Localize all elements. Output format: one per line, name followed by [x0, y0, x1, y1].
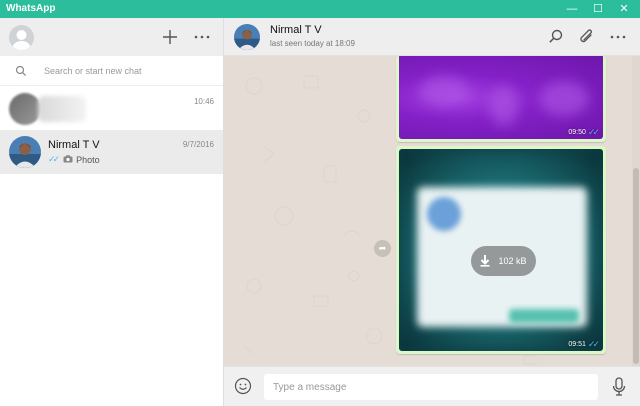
contact-avatar[interactable]: [234, 24, 260, 50]
sidebar-header: [0, 18, 223, 56]
search-icon[interactable]: [545, 26, 567, 48]
scrollbar-thumb[interactable]: [633, 168, 639, 364]
chat-time: 10:46: [193, 97, 214, 106]
emoji-icon[interactable]: [234, 377, 252, 395]
download-button[interactable]: 102 kB: [471, 246, 536, 276]
download-size: 102 kB: [498, 256, 527, 266]
message-time: 09:50: [568, 129, 586, 136]
blurred-contact-name: [38, 96, 86, 122]
minimize-button[interactable]: —: [560, 0, 584, 18]
conversation-pane: Nirmal T V last seen today at 18:09 09:5…: [224, 18, 640, 406]
search-icon: [14, 64, 28, 78]
image-message[interactable]: 09:50 ✓✓: [396, 56, 606, 142]
message-image[interactable]: 102 kB: [399, 149, 603, 351]
chat-avatar: [9, 136, 41, 168]
close-button[interactable]: ✕: [612, 0, 636, 18]
microphone-icon[interactable]: [612, 377, 626, 397]
chat-name: Nirmal T V: [48, 139, 100, 151]
more-horizontal-icon[interactable]: [191, 26, 213, 48]
message-time: 09:51: [568, 341, 586, 348]
sidebar: 10:46 Nirmal T V 9/7/2016 ✓✓ Photo: [0, 18, 224, 406]
chat-list-item[interactable]: 10:46: [0, 87, 223, 131]
camera-icon: [63, 154, 73, 165]
message-list[interactable]: 09:50 ✓✓ ➦ 102 kB 09:51 ✓✓: [224, 56, 632, 366]
double-check-icon: ✓✓: [48, 154, 60, 164]
contact-name[interactable]: Nirmal T V: [270, 24, 322, 36]
search-bar: [0, 56, 223, 86]
message-meta: 09:50 ✓✓: [568, 127, 600, 138]
paperclip-icon[interactable]: [576, 26, 598, 48]
forward-icon[interactable]: ➦: [374, 240, 391, 257]
chat-preview-text: Photo: [76, 154, 100, 165]
chat-list-item-selected[interactable]: Nirmal T V 9/7/2016 ✓✓ Photo: [0, 130, 223, 174]
app-title: WhatsApp: [6, 3, 56, 14]
title-bar: WhatsApp — ☐ ✕: [0, 0, 640, 18]
chat-avatar: [9, 93, 41, 125]
plus-icon[interactable]: [159, 26, 181, 48]
maximize-button[interactable]: ☐: [586, 0, 610, 18]
last-seen-status: last seen today at 18:09: [270, 39, 355, 48]
chat-time: 9/7/2016: [182, 140, 214, 149]
double-check-icon: ✓✓: [587, 127, 600, 137]
my-avatar[interactable]: [9, 25, 34, 50]
chat-preview: ✓✓ Photo: [48, 154, 100, 165]
composer: [224, 366, 640, 406]
image-message[interactable]: 102 kB 09:51 ✓✓: [396, 146, 606, 354]
more-horizontal-icon[interactable]: [607, 26, 629, 48]
double-check-icon: ✓✓: [587, 339, 600, 349]
conversation-header: Nirmal T V last seen today at 18:09: [224, 18, 640, 56]
message-meta: 09:51 ✓✓: [568, 339, 600, 350]
download-icon: [480, 255, 490, 267]
message-input[interactable]: [264, 374, 598, 400]
search-input[interactable]: [44, 63, 214, 79]
